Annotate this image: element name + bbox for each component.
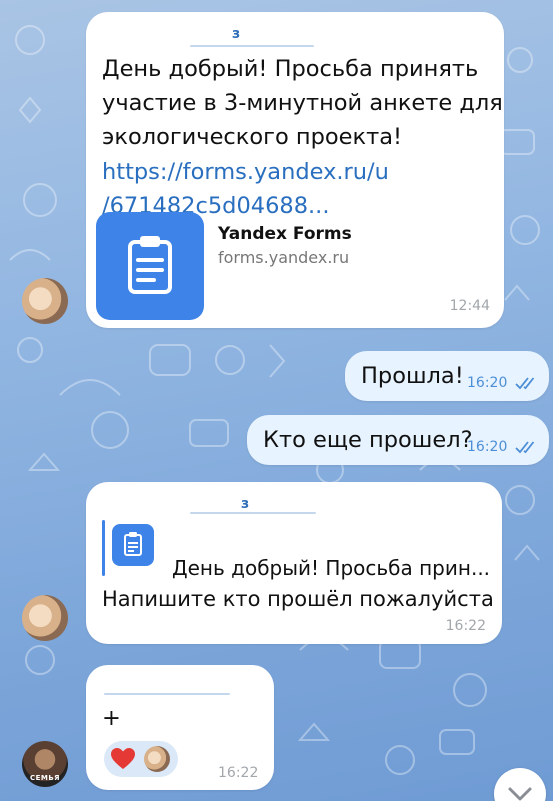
message-text: +	[102, 705, 121, 731]
message-text: Напишите кто прошёл пожалуйста	[102, 587, 494, 611]
clipboard-icon	[124, 532, 142, 556]
reply-quote-bar	[102, 520, 105, 576]
sender-avatar[interactable]	[22, 278, 68, 324]
message-text: Кто еще прошел?	[263, 427, 473, 453]
chat-area[interactable]: з День добрый! Просьба принять участие в…	[0, 0, 553, 801]
message-bubble-outgoing[interactable]: Прошла! 16:20	[345, 351, 549, 401]
message-bubble-incoming[interactable]: з День добрый! Просьба принять участие в…	[86, 12, 504, 328]
message-text-line: День добрый! Просьба принять	[102, 56, 479, 82]
message-bubble-incoming[interactable]: з День добрый! Просьба прин... Напишите …	[86, 482, 502, 644]
sender-avatar[interactable]: СЕМЬЯ	[22, 741, 68, 787]
message-text: Прошла!	[361, 363, 464, 389]
message-bubble-outgoing[interactable]: Кто еще прошел? 16:20	[247, 415, 549, 465]
message-time: 16:20	[467, 439, 508, 455]
message-time: 16:22	[218, 765, 259, 781]
message-text-line: участие в 3-минутной анкете для	[102, 90, 503, 116]
scroll-down-button[interactable]	[494, 768, 546, 801]
double-check-icon	[515, 441, 535, 454]
reaction-chip[interactable]	[104, 741, 178, 777]
link-preview-title[interactable]: Yandex Forms	[218, 224, 352, 244]
message-time: 16:22	[445, 618, 486, 634]
reply-quote-text[interactable]: День добрый! Просьба прин...	[172, 556, 490, 580]
message-time: 16:20	[467, 375, 508, 391]
sender-initial: з	[241, 496, 250, 512]
chevron-down-icon	[508, 787, 532, 801]
clipboard-icon	[128, 236, 172, 294]
sender-initial: з	[232, 26, 241, 42]
message-time: 12:44	[449, 298, 490, 314]
sender-name-redacted	[104, 693, 230, 695]
link-preview-thumbnail[interactable]	[96, 212, 204, 320]
heart-icon	[111, 748, 135, 769]
sender-name-redacted	[190, 512, 316, 514]
double-check-icon	[515, 377, 535, 390]
reaction-avatar	[144, 746, 170, 772]
message-bubble-incoming[interactable]: + 16:22	[86, 665, 274, 790]
link-preview-domain: forms.yandex.ru	[218, 248, 350, 267]
reply-quote-thumbnail[interactable]	[112, 524, 154, 566]
avatar-label: СЕМЬЯ	[29, 774, 61, 782]
sender-avatar[interactable]	[22, 595, 68, 641]
message-text-line: экологического проекта!	[102, 124, 403, 150]
message-link-line[interactable]: https://forms.yandex.ru/u	[102, 155, 389, 189]
sender-name-redacted	[190, 45, 314, 47]
